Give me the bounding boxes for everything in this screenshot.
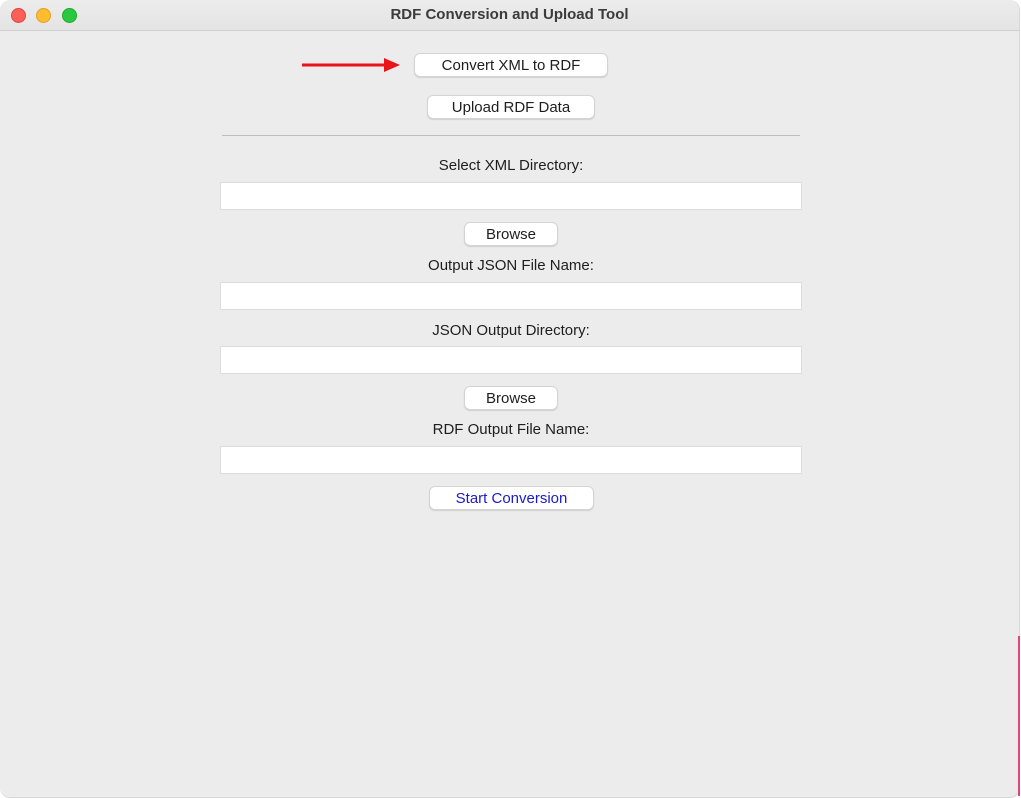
- json-output-directory-label: JSON Output Directory:: [432, 322, 590, 339]
- rdf-file-name-input[interactable]: [220, 446, 802, 474]
- title-bar: RDF Conversion and Upload Tool: [0, 0, 1019, 31]
- json-output-directory-input[interactable]: [220, 346, 802, 374]
- window-title: RDF Conversion and Upload Tool: [390, 6, 629, 23]
- xml-directory-label: Select XML Directory:: [438, 157, 584, 174]
- start-conversion-button[interactable]: Start Conversion: [429, 486, 594, 510]
- xml-directory-input[interactable]: [220, 182, 802, 210]
- browse-json-directory-button[interactable]: Browse: [464, 386, 558, 410]
- app-window: RDF Conversion and Upload Tool Convert X…: [0, 0, 1020, 798]
- upload-rdf-data-button[interactable]: Upload RDF Data: [427, 95, 595, 119]
- rdf-file-name-label: RDF Output File Name:: [432, 421, 590, 438]
- json-file-name-label: Output JSON File Name:: [428, 257, 594, 274]
- convert-xml-to-rdf-button[interactable]: Convert XML to RDF: [414, 53, 608, 77]
- background-edge: [1018, 636, 1020, 796]
- browse-xml-directory-button[interactable]: Browse: [464, 222, 558, 246]
- json-file-name-input[interactable]: [220, 282, 802, 310]
- right-arrow-icon: [302, 58, 400, 72]
- separator: [222, 135, 800, 136]
